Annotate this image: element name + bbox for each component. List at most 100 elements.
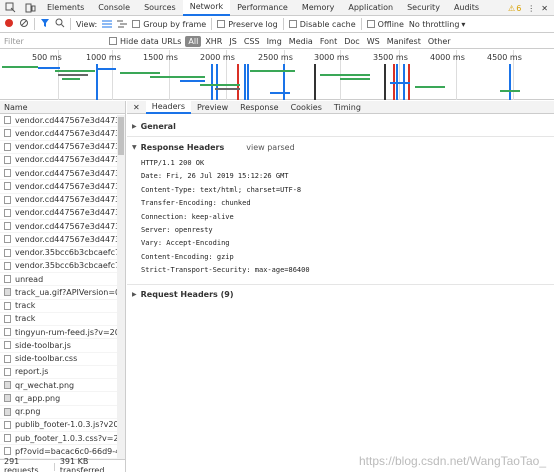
document-file-icon xyxy=(4,261,11,270)
request-row[interactable]: pub_footer_1.0.3.css?v=20181 xyxy=(0,432,125,446)
document-file-icon xyxy=(4,367,11,376)
request-row[interactable]: track xyxy=(0,313,125,326)
filter-input[interactable]: Filter xyxy=(4,37,109,46)
filter-type-xhr[interactable]: XHR xyxy=(202,36,225,47)
filter-type-ws[interactable]: WS xyxy=(364,36,383,47)
tab-sources[interactable]: Sources xyxy=(137,0,183,16)
response-header-line: Content-Encoding: gzip xyxy=(141,252,234,261)
view-parsed-link[interactable]: view parsed xyxy=(246,143,294,152)
tab-performance[interactable]: Performance xyxy=(230,0,295,16)
request-name: vendor.cd447567e3d4473591f xyxy=(15,208,125,218)
warning-indicator[interactable]: ⚠ 6 xyxy=(508,4,521,13)
request-row[interactable]: vendor.cd447567e3d4473591f xyxy=(0,127,125,141)
request-row[interactable]: vendor.cd447567e3d4473591f xyxy=(0,233,125,247)
tab-security[interactable]: Security xyxy=(400,0,447,16)
request-headers-header[interactable]: ▶ Request Headers (9) xyxy=(127,287,554,303)
request-row[interactable]: qr.png xyxy=(0,406,125,419)
collapse-triangle-icon: ▼ xyxy=(132,143,137,151)
request-row[interactable]: report.js xyxy=(0,366,125,379)
status-bar: 291 requests | 391 KB transferred xyxy=(0,457,126,472)
document-file-icon xyxy=(4,314,11,323)
response-headers-header[interactable]: ▼ Response Headers view parsed xyxy=(127,139,554,155)
request-row[interactable]: vendor.cd447567e3d4473591f xyxy=(0,180,125,194)
request-detail-panel: ✕ Headers Preview Response Cookies Timing ▶ G… xyxy=(127,100,554,472)
request-row[interactable]: vendor.cd447567e3d4473591f xyxy=(0,194,125,207)
timeline-request-bar xyxy=(38,67,60,69)
more-options-icon[interactable]: ⋮ xyxy=(527,4,535,13)
request-row[interactable]: publib_footer-1.0.3.js?v20180 xyxy=(0,419,125,432)
request-row[interactable]: qr_wechat.png xyxy=(0,379,125,393)
request-row[interactable]: vendor.35bcc6b3cbcaefc7582 xyxy=(0,260,125,273)
request-row[interactable]: track xyxy=(0,300,125,313)
timeline-tick-label: 2000 ms xyxy=(200,53,235,62)
general-header[interactable]: ▶ General xyxy=(127,118,554,134)
clear-icon[interactable] xyxy=(19,18,29,30)
group-by-frame-label: Group by frame xyxy=(143,19,207,29)
filter-type-img[interactable]: Img xyxy=(264,36,285,47)
close-devtools-icon[interactable]: ✕ xyxy=(541,4,548,13)
request-row[interactable]: vendor.cd447567e3d4473591f xyxy=(0,207,125,220)
filter-type-js[interactable]: JS xyxy=(226,36,239,47)
filter-type-manifest[interactable]: Manifest xyxy=(384,36,424,47)
device-toolbar-icon[interactable] xyxy=(20,0,40,16)
tab-audits[interactable]: Audits xyxy=(447,0,486,16)
close-detail-icon[interactable]: ✕ xyxy=(127,101,146,114)
request-name: vendor.cd447567e3d4473591f xyxy=(15,142,125,152)
filter-type-other[interactable]: Other xyxy=(425,36,454,47)
filter-type-media[interactable]: Media xyxy=(286,36,316,47)
request-row[interactable]: track_ua.gif?APIVersion=0.6.0.. xyxy=(0,286,125,300)
offline-checkbox[interactable]: Offline xyxy=(366,20,404,29)
request-name: track_ua.gif?APIVersion=0.6.0.. xyxy=(15,287,125,297)
tab-elements[interactable]: Elements xyxy=(40,0,91,16)
scrollbar-thumb[interactable] xyxy=(118,117,124,155)
throttling-dropdown[interactable]: No throttling ▾ xyxy=(409,20,466,29)
large-rows-icon[interactable] xyxy=(102,19,113,30)
request-row[interactable]: side-toolbar.css xyxy=(0,353,125,366)
request-row[interactable]: unread xyxy=(0,273,125,287)
request-list-scrollbar[interactable] xyxy=(117,115,125,459)
request-row[interactable]: tingyun-rum-feed.js?v=20181.. xyxy=(0,326,125,340)
divider xyxy=(282,18,284,30)
request-name: vendor.cd447567e3d4473591f xyxy=(15,195,125,205)
detail-tab-response[interactable]: Response xyxy=(234,101,284,114)
request-row[interactable]: vendor.cd447567e3d4473591f xyxy=(0,220,125,234)
search-icon[interactable] xyxy=(55,18,65,30)
request-row[interactable]: vendor.cd447567e3d4473591f xyxy=(0,154,125,167)
filter-bar: Filter Hide data URLs All XHR JS CSS Img Medi… xyxy=(0,34,554,49)
response-header-lines: HTTP/1.1 200 OK Date: Fri, 26 Jul 2019 15… xyxy=(127,155,554,278)
tab-application[interactable]: Application xyxy=(341,0,400,16)
name-column-header[interactable]: Name xyxy=(0,101,125,114)
filter-type-all[interactable]: All xyxy=(185,35,202,47)
timeline-tick-label: 1500 ms xyxy=(143,53,178,62)
disable-cache-checkbox[interactable]: Disable cache xyxy=(288,20,356,29)
request-row[interactable]: vendor.cd447567e3d4473591f xyxy=(0,114,125,128)
view-label: View: xyxy=(76,19,98,29)
record-icon[interactable] xyxy=(4,18,14,30)
overview-icon[interactable] xyxy=(117,19,128,30)
hide-data-urls-checkbox[interactable]: Hide data URLs xyxy=(109,37,181,46)
request-row[interactable]: vendor.cd447567e3d4473591f xyxy=(0,141,125,154)
request-row[interactable]: vendor.35bcc6b3cbcaefc7582 xyxy=(0,247,125,260)
tab-memory[interactable]: Memory xyxy=(295,0,342,16)
detail-tab-timing[interactable]: Timing xyxy=(328,101,367,114)
filter-type-css[interactable]: CSS xyxy=(241,36,263,47)
tab-network[interactable]: Network xyxy=(182,0,231,16)
request-row[interactable]: side-toolbar.js xyxy=(0,339,125,353)
detail-tab-cookies[interactable]: Cookies xyxy=(285,101,328,114)
checkbox-box xyxy=(288,20,297,28)
detail-tab-headers[interactable]: Headers xyxy=(145,100,191,114)
preserve-log-checkbox[interactable]: Preserve log xyxy=(217,20,278,29)
timeline-request-bar xyxy=(390,82,410,84)
request-row[interactable]: qr_app.png xyxy=(0,392,125,406)
filter-type-font[interactable]: Font xyxy=(317,36,340,47)
request-row[interactable]: vendor.cd447567e3d4473591f xyxy=(0,167,125,181)
request-rows: vendor.cd447567e3d4473591f vendor.cd44756… xyxy=(0,114,125,459)
inspect-element-icon[interactable] xyxy=(0,0,20,16)
tab-console[interactable]: Console xyxy=(91,0,137,16)
timeline-overview[interactable]: 500 ms 1000 ms 1500 ms 2000 ms 2500 ms 3000 m… xyxy=(0,50,554,100)
group-by-frame-checkbox[interactable]: Group by frame xyxy=(132,20,206,29)
document-file-icon xyxy=(4,182,11,191)
filter-icon[interactable] xyxy=(40,18,50,30)
detail-tab-preview[interactable]: Preview xyxy=(191,101,234,114)
filter-type-doc[interactable]: Doc xyxy=(341,36,362,47)
